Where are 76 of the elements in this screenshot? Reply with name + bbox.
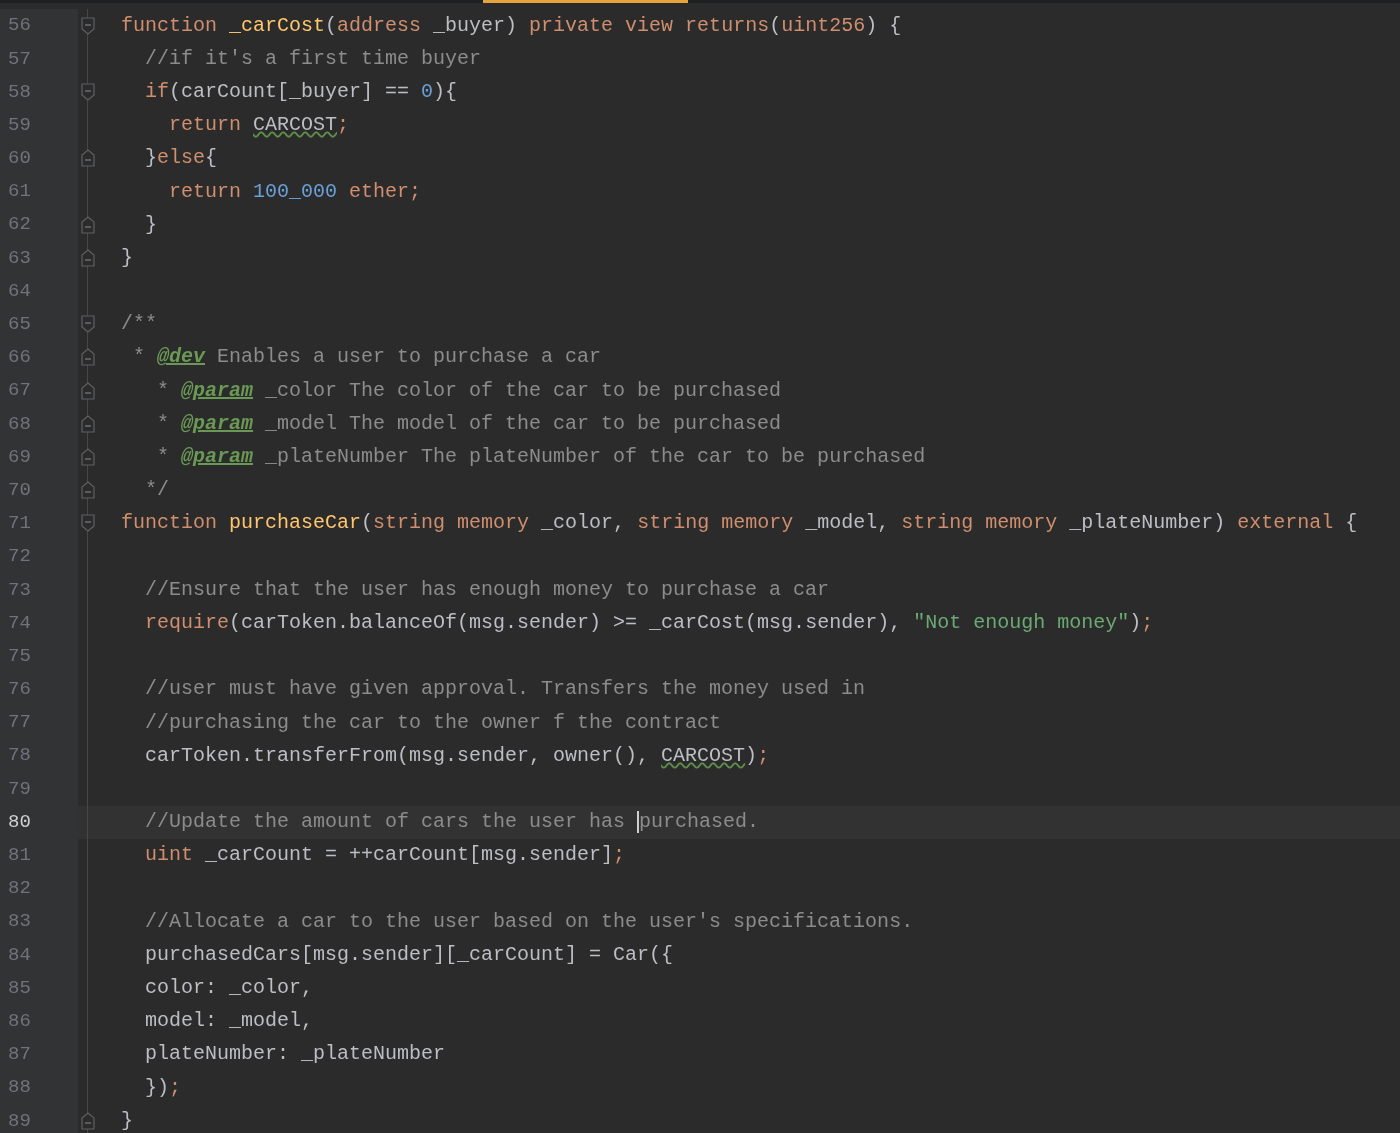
code-line: * @param _model The model of the car to be purchased — [156, 413, 782, 434]
line-number: 76 — [8, 677, 31, 703]
code-line: return CARCOST; — [168, 115, 350, 136]
line-number: 69 — [8, 444, 31, 470]
line-number: 62 — [8, 212, 31, 238]
code-line: //purchasing the car to the owner f the contract — [144, 712, 722, 733]
code-line: if(carCount[_buyer] == 0){ — [144, 81, 458, 102]
line-number: 78 — [8, 743, 31, 769]
line-number: 59 — [8, 112, 31, 138]
fold-marker-icon[interactable] — [81, 514, 95, 533]
fold-marker-icon[interactable] — [81, 149, 95, 168]
code-line: * @param _color The color of the car to be purchased — [156, 380, 782, 401]
code-line: */ — [144, 480, 169, 501]
fold-marker-icon[interactable] — [81, 381, 95, 400]
fold-marker-icon[interactable] — [81, 448, 95, 467]
fold-marker-icon[interactable] — [81, 348, 95, 367]
fold-marker-icon[interactable] — [81, 248, 95, 267]
line-number: 64 — [8, 278, 31, 304]
line-number: 87 — [8, 1042, 31, 1068]
line-number: 89 — [8, 1108, 31, 1133]
code-line: color: _color, — [144, 978, 314, 999]
line-number: 85 — [8, 975, 31, 1001]
code-line: return 100_000 ether; — [168, 181, 422, 202]
code-line: } — [144, 214, 157, 235]
fold-marker-icon[interactable] — [81, 481, 95, 500]
code-line: //if it's a first time buyer — [144, 48, 482, 69]
line-number: 75 — [8, 643, 31, 669]
line-number: 61 — [8, 179, 31, 205]
code-line: } — [121, 1110, 133, 1131]
line-number: 77 — [8, 710, 31, 736]
code-line: function _carCost(address _buyer) private view returns(uint256) { — [121, 15, 902, 36]
line-number: 86 — [8, 1008, 31, 1034]
line-number: 67 — [8, 378, 31, 404]
line-number: 73 — [8, 577, 31, 603]
code-line: //Allocate a car to the user based on the user's specifications. — [144, 911, 914, 932]
fold-marker-icon[interactable] — [81, 414, 95, 433]
line-number: 58 — [8, 79, 31, 105]
code-line: purchasedCars[msg.sender][_carCount] = Car({ — [144, 944, 674, 965]
line-number: 70 — [8, 477, 31, 503]
code-line: //Ensure that the user has enough money to purchase a car — [144, 579, 830, 600]
line-number: 66 — [8, 345, 31, 371]
code-line: plateNumber: _plateNumber — [144, 1044, 446, 1065]
code-line: carToken.transferFrom(msg.sender, owner(), CARCOST); — [144, 745, 770, 766]
code-line: }); — [144, 1077, 182, 1098]
fold-marker-icon[interactable] — [81, 215, 95, 234]
code-line: * @dev Enables a user to purchase a car — [132, 347, 602, 368]
line-number: 84 — [8, 942, 31, 968]
code-line: uint _carCount = ++carCount[msg.sender]; — [144, 845, 626, 866]
line-number: 81 — [8, 843, 31, 869]
line-number: 63 — [8, 245, 31, 271]
line-number: 71 — [8, 511, 31, 537]
fold-marker-icon[interactable] — [81, 1111, 95, 1130]
line-number: 74 — [8, 610, 31, 636]
line-number: 82 — [8, 876, 31, 902]
code-line: function purchaseCar(string memory _color, string memory _model, string memory _plateNumber) external { — [121, 513, 1358, 534]
line-number: 56 — [8, 13, 31, 39]
code-line: require(carToken.balanceOf(msg.sender) >= _carCost(msg.sender), "Not enough money"); — [144, 612, 1154, 633]
code-line: * @param _plateNumber The plateNumber of the car to be purchased — [156, 447, 926, 468]
code-line: } — [121, 247, 133, 268]
line-number: 68 — [8, 411, 31, 437]
fold-marker-icon[interactable] — [81, 315, 95, 334]
line-number: 80 — [8, 809, 31, 835]
line-number: 60 — [8, 146, 31, 172]
code-line: //Update the amount of cars the user has purchased. — [144, 811, 760, 834]
code-line: //user must have given approval. Transfers the money used in — [144, 679, 866, 700]
line-number: 83 — [8, 909, 31, 935]
code-line: model: _model, — [144, 1011, 314, 1032]
code-line: }else{ — [144, 148, 218, 169]
fold-marker-icon[interactable] — [81, 16, 95, 35]
line-number: 57 — [8, 46, 31, 72]
line-number: 88 — [8, 1075, 31, 1101]
line-number: 65 — [8, 312, 31, 338]
fold-marker-icon[interactable] — [81, 82, 95, 101]
line-number: 79 — [8, 776, 31, 802]
line-number: 72 — [8, 544, 31, 570]
code-line: /** — [121, 314, 157, 335]
